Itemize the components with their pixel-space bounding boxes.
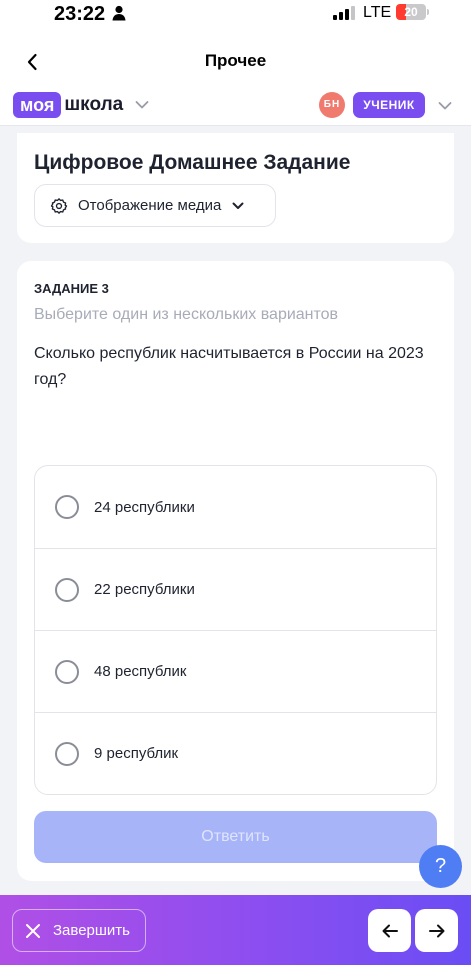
task-question: Сколько республик насчитывается в России…: [34, 345, 424, 388]
media-display-button[interactable]: Отображение медиа: [34, 184, 276, 227]
header-card: Цифровое Домашнее Задание Отображение ме…: [17, 133, 454, 243]
role-button[interactable]: УЧЕНИК: [353, 92, 425, 118]
chevron-down-icon: [135, 101, 149, 109]
finish-button[interactable]: Завершить: [12, 909, 146, 952]
brand-logo-switcher[interactable]: моя школа: [13, 92, 149, 118]
page-title: Цифровое Домашнее Задание: [34, 151, 351, 174]
brand-badge: моя: [13, 92, 62, 118]
answer-option[interactable]: 9 республик: [35, 712, 436, 794]
status-time: 23:22: [54, 3, 106, 25]
home-indicator-area: [0, 965, 471, 978]
battery-icon: 20: [396, 4, 430, 20]
previous-task-button[interactable]: [368, 909, 411, 952]
status-bar: 23:22 LTE 20: [0, 0, 471, 36]
finish-label: Завершить: [53, 922, 130, 939]
brand-bar: моя школа БН УЧЕНИК: [0, 88, 471, 126]
task-card: ЗАДАНИЕ 3 Выберите один из нескольких ва…: [17, 261, 454, 881]
role-chevron-down-icon[interactable]: [438, 101, 452, 111]
answer-option[interactable]: 22 республики: [35, 548, 436, 630]
close-icon: [26, 923, 40, 938]
nav-header: Прочее: [0, 36, 471, 88]
next-task-button[interactable]: [415, 909, 458, 952]
submit-button[interactable]: Ответить: [34, 811, 437, 863]
signal-icon: [333, 6, 355, 20]
arrow-left-icon: [382, 924, 398, 937]
answer-option-label: 48 республик: [94, 663, 187, 680]
help-button[interactable]: ?: [419, 845, 462, 888]
answer-option-label: 24 республики: [94, 498, 195, 516]
answer-option-label: 22 республики: [94, 581, 195, 598]
gear-icon: [50, 197, 68, 214]
network-type: LTE: [363, 4, 392, 21]
battery-level: 20: [404, 5, 418, 19]
nav-title: Прочее: [204, 51, 267, 70]
avatar[interactable]: БН: [319, 92, 345, 118]
radio-button[interactable]: [55, 495, 79, 519]
task-label: ЗАДАНИЕ 3: [34, 281, 109, 296]
radio-button[interactable]: [55, 577, 79, 602]
answer-option[interactable]: 24 республики: [35, 466, 436, 548]
radio-button[interactable]: [55, 741, 79, 766]
answer-option[interactable]: 48 республик: [35, 630, 436, 712]
task-hint: Выберите один из нескольких вариантов: [34, 306, 339, 323]
answer-options: 24 республики 22 республики 48 республик…: [34, 465, 437, 795]
chevron-down-icon: [232, 202, 244, 209]
arrow-right-icon: [428, 924, 444, 937]
answer-option-label: 9 республик: [94, 745, 179, 762]
bottom-action-bar: Завершить: [0, 895, 471, 965]
person-icon: [112, 5, 126, 21]
brand-text: школа: [64, 94, 124, 115]
radio-button[interactable]: [55, 659, 79, 684]
media-display-label: Отображение медиа: [78, 197, 222, 214]
